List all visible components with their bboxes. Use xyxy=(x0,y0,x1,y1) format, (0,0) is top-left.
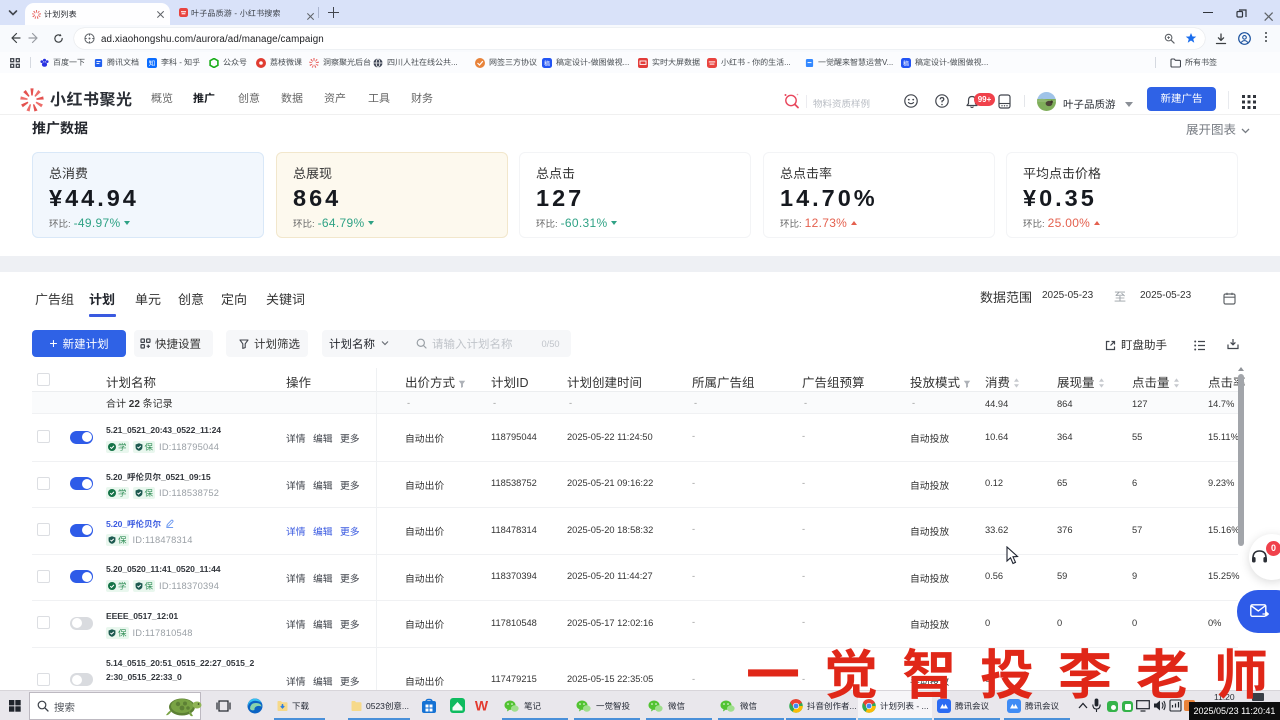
svg-text:W: W xyxy=(475,698,489,713)
svg-text:稿: 稿 xyxy=(903,58,909,67)
svg-text:知: 知 xyxy=(149,58,156,68)
svg-text:稿: 稿 xyxy=(544,58,550,67)
